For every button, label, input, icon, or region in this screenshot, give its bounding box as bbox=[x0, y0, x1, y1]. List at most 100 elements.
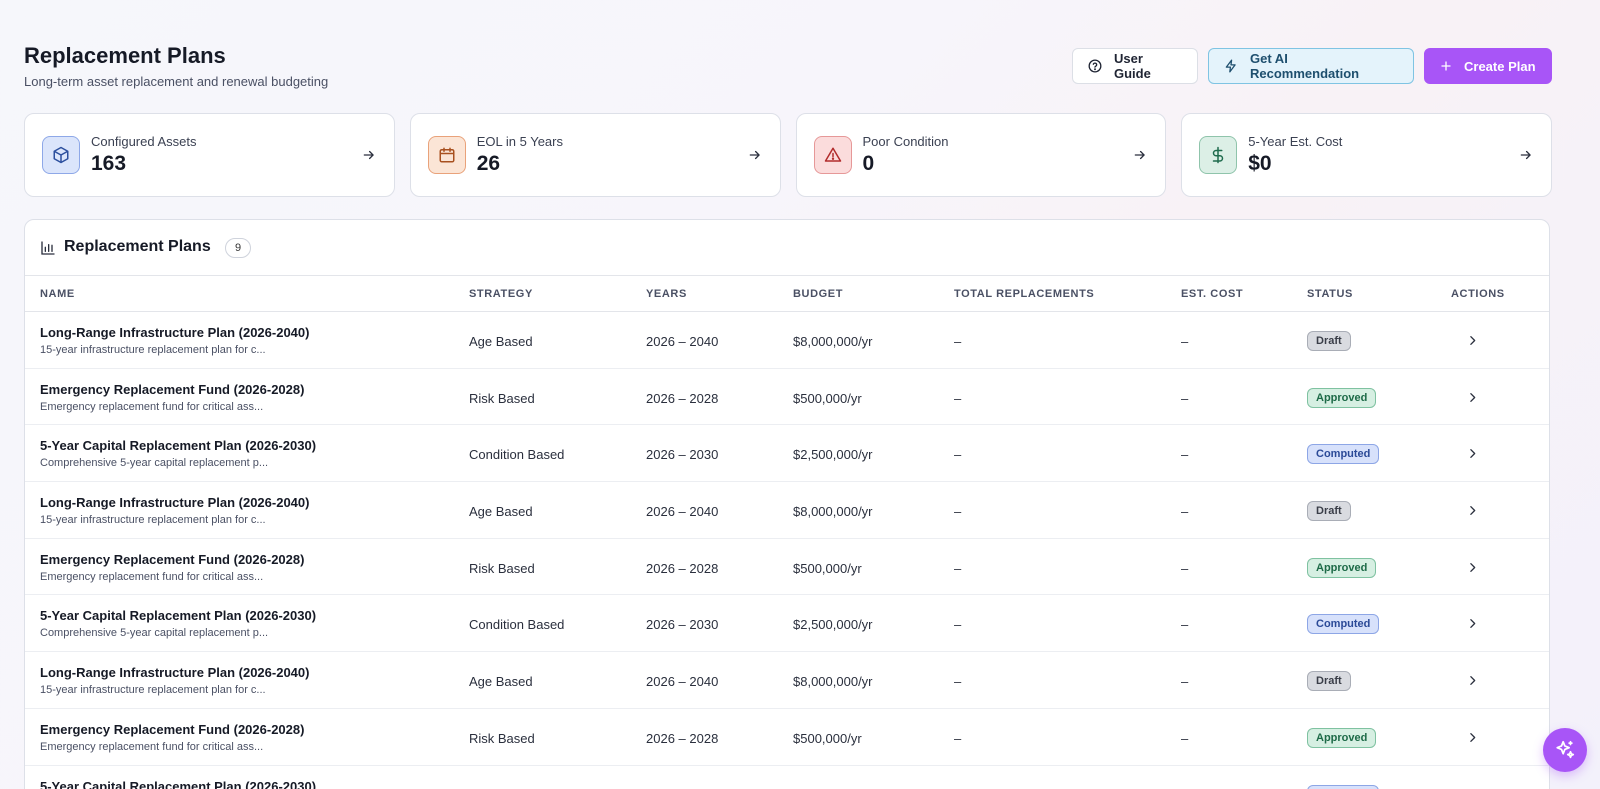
table-row[interactable]: 5-Year Capital Replacement Plan (2026-20… bbox=[25, 595, 1549, 653]
plans-table-panel: Replacement Plans 9 NAME STRATEGY YEARS … bbox=[24, 219, 1550, 789]
table-row[interactable]: 5-Year Capital Replacement Plan (2026-20… bbox=[25, 425, 1549, 483]
table-row[interactable]: 5-Year Capital Replacement Plan (2026-20… bbox=[25, 766, 1549, 789]
page-header: Replacement Plans Long-term asset replac… bbox=[24, 0, 1552, 110]
plan-strategy: Age Based bbox=[469, 504, 533, 520]
plan-years: 2026 – 2028 bbox=[646, 560, 719, 576]
stat-label: 5-Year Est. Cost bbox=[1248, 134, 1343, 149]
status-badge: Draft bbox=[1307, 331, 1351, 351]
col-status[interactable]: STATUS bbox=[1307, 288, 1353, 300]
plan-years: 2026 – 2030 bbox=[646, 617, 719, 633]
plan-name[interactable]: 5-Year Capital Replacement Plan (2026-20… bbox=[40, 779, 316, 789]
plan-description: Emergency replacement fund for critical … bbox=[40, 400, 264, 413]
ai-assistant-button[interactable] bbox=[1543, 728, 1587, 772]
plan-budget: $2,500,000/yr bbox=[793, 447, 873, 463]
table-row[interactable]: Long-Range Infrastructure Plan (2026-204… bbox=[25, 652, 1549, 709]
plan-total-replacements: – bbox=[954, 504, 962, 520]
table-row[interactable]: Emergency Replacement Fund (2026-2028) Em… bbox=[25, 369, 1549, 426]
plan-est-cost: – bbox=[1181, 447, 1189, 463]
stat-label: Poor Condition bbox=[862, 134, 949, 149]
plan-strategy: Age Based bbox=[469, 674, 533, 690]
stat-card-configured-assets[interactable]: Configured Assets 163 bbox=[24, 113, 395, 197]
plan-strategy: Age Based bbox=[469, 334, 533, 349]
col-est-cost[interactable]: EST. COST bbox=[1181, 288, 1243, 300]
col-actions: ACTIONS bbox=[1451, 288, 1505, 300]
plan-strategy: Risk Based bbox=[469, 390, 535, 406]
ai-recommendation-label: Get AI Recommendation bbox=[1250, 51, 1360, 81]
plan-years: 2026 – 2040 bbox=[646, 334, 719, 349]
panel-header: Replacement Plans 9 bbox=[25, 220, 1549, 276]
table-row[interactable]: Long-Range Infrastructure Plan (2026-204… bbox=[25, 312, 1549, 369]
plan-name[interactable]: Long-Range Infrastructure Plan (2026-204… bbox=[40, 665, 309, 680]
chevron-right-icon[interactable] bbox=[1466, 674, 1479, 687]
ai-recommendation-button[interactable]: Get AI Recommendation bbox=[1208, 48, 1414, 84]
col-years[interactable]: YEARS bbox=[646, 288, 687, 300]
chevron-right-icon[interactable] bbox=[1466, 391, 1479, 404]
plan-description: 15-year infrastructure replacement plan … bbox=[40, 344, 266, 356]
plus-icon bbox=[1441, 61, 1451, 71]
col-total-replacements[interactable]: TOTAL REPLACEMENTS bbox=[954, 288, 1094, 300]
chevron-right-icon[interactable] bbox=[1466, 504, 1479, 517]
page-title: Replacement Plans bbox=[24, 43, 226, 68]
plan-total-replacements: – bbox=[954, 730, 962, 746]
plan-strategy: Risk Based bbox=[469, 560, 535, 576]
chevron-right-icon[interactable] bbox=[1466, 561, 1479, 574]
status-badge: Computed bbox=[1307, 444, 1380, 465]
stat-card-est-cost[interactable]: 5-Year Est. Cost $0 bbox=[1181, 113, 1552, 197]
table-row[interactable]: Long-Range Infrastructure Plan (2026-204… bbox=[25, 482, 1549, 539]
status-badge: Approved bbox=[1307, 387, 1377, 408]
plan-total-replacements: – bbox=[954, 674, 962, 690]
stat-card-eol[interactable]: EOL in 5 Years 26 bbox=[409, 113, 781, 197]
plan-name[interactable]: Emergency Replacement Fund (2026-2028) bbox=[40, 722, 304, 737]
status-badge: Draft bbox=[1307, 671, 1351, 692]
plan-est-cost: – bbox=[1181, 560, 1189, 576]
user-guide-label: User Guide bbox=[1114, 51, 1151, 81]
create-plan-label: Create Plan bbox=[1464, 58, 1536, 74]
plan-name[interactable]: 5-Year Capital Replacement Plan (2026-20… bbox=[40, 438, 316, 453]
plan-description: Emergency replacement fund for critical … bbox=[40, 570, 264, 583]
col-name[interactable]: NAME bbox=[40, 288, 75, 300]
plan-name[interactable]: Emergency Replacement Fund (2026-2028) bbox=[40, 552, 304, 567]
bar-chart-icon bbox=[41, 241, 55, 255]
status-badge: Approved bbox=[1307, 727, 1377, 748]
warning-triangle-icon bbox=[813, 136, 852, 174]
plan-name[interactable]: Long-Range Infrastructure Plan (2026-204… bbox=[40, 325, 309, 340]
plan-est-cost: – bbox=[1181, 334, 1189, 349]
stat-card-poor-condition[interactable]: Poor Condition 0 bbox=[795, 113, 1167, 197]
create-plan-button[interactable]: Create Plan bbox=[1424, 48, 1552, 84]
table-row[interactable]: Emergency Replacement Fund (2026-2028) Em… bbox=[25, 539, 1549, 596]
stat-cards: Configured Assets 163 EOL in 5 Years 26 … bbox=[24, 113, 1552, 197]
table-row[interactable]: Emergency Replacement Fund (2026-2028) Em… bbox=[25, 709, 1549, 766]
plan-strategy: Condition Based bbox=[469, 447, 565, 463]
arrow-right-icon bbox=[363, 150, 374, 160]
col-budget[interactable]: BUDGET bbox=[793, 288, 843, 300]
plan-name[interactable]: 5-Year Capital Replacement Plan (2026-20… bbox=[40, 608, 316, 623]
chevron-right-icon[interactable] bbox=[1466, 447, 1479, 460]
plan-name[interactable]: Emergency Replacement Fund (2026-2028) bbox=[40, 382, 304, 397]
chevron-right-icon[interactable] bbox=[1466, 731, 1479, 744]
plan-est-cost: – bbox=[1181, 504, 1189, 520]
cube-icon bbox=[42, 136, 80, 174]
plan-budget: $2,500,000/yr bbox=[793, 617, 873, 633]
header-actions: User Guide Get AI Recommendation Create … bbox=[1072, 48, 1552, 84]
plan-budget: $500,000/yr bbox=[793, 730, 862, 746]
arrow-right-icon bbox=[1520, 150, 1531, 160]
stat-value: 26 bbox=[476, 152, 501, 175]
panel-title: Replacement Plans bbox=[64, 238, 211, 255]
plan-name[interactable]: Long-Range Infrastructure Plan (2026-204… bbox=[40, 495, 309, 510]
status-badge: Computed bbox=[1307, 784, 1380, 789]
plan-total-replacements: – bbox=[954, 447, 962, 463]
chevron-right-icon[interactable] bbox=[1466, 617, 1479, 630]
plan-est-cost: – bbox=[1181, 730, 1189, 746]
count-badge: 9 bbox=[225, 238, 251, 258]
arrow-right-icon bbox=[749, 150, 760, 160]
chevron-right-icon[interactable] bbox=[1466, 334, 1479, 347]
stat-label: Configured Assets bbox=[91, 134, 197, 149]
plan-est-cost: – bbox=[1181, 674, 1189, 690]
plan-years: 2026 – 2040 bbox=[646, 504, 719, 520]
stat-value: 163 bbox=[91, 152, 127, 175]
col-strategy[interactable]: STRATEGY bbox=[469, 288, 533, 300]
page: Replacement Plans Long-term asset replac… bbox=[24, 0, 1552, 789]
plan-strategy: Risk Based bbox=[469, 730, 535, 746]
plan-years: 2026 – 2028 bbox=[646, 390, 719, 406]
user-guide-button[interactable]: User Guide bbox=[1072, 48, 1198, 84]
